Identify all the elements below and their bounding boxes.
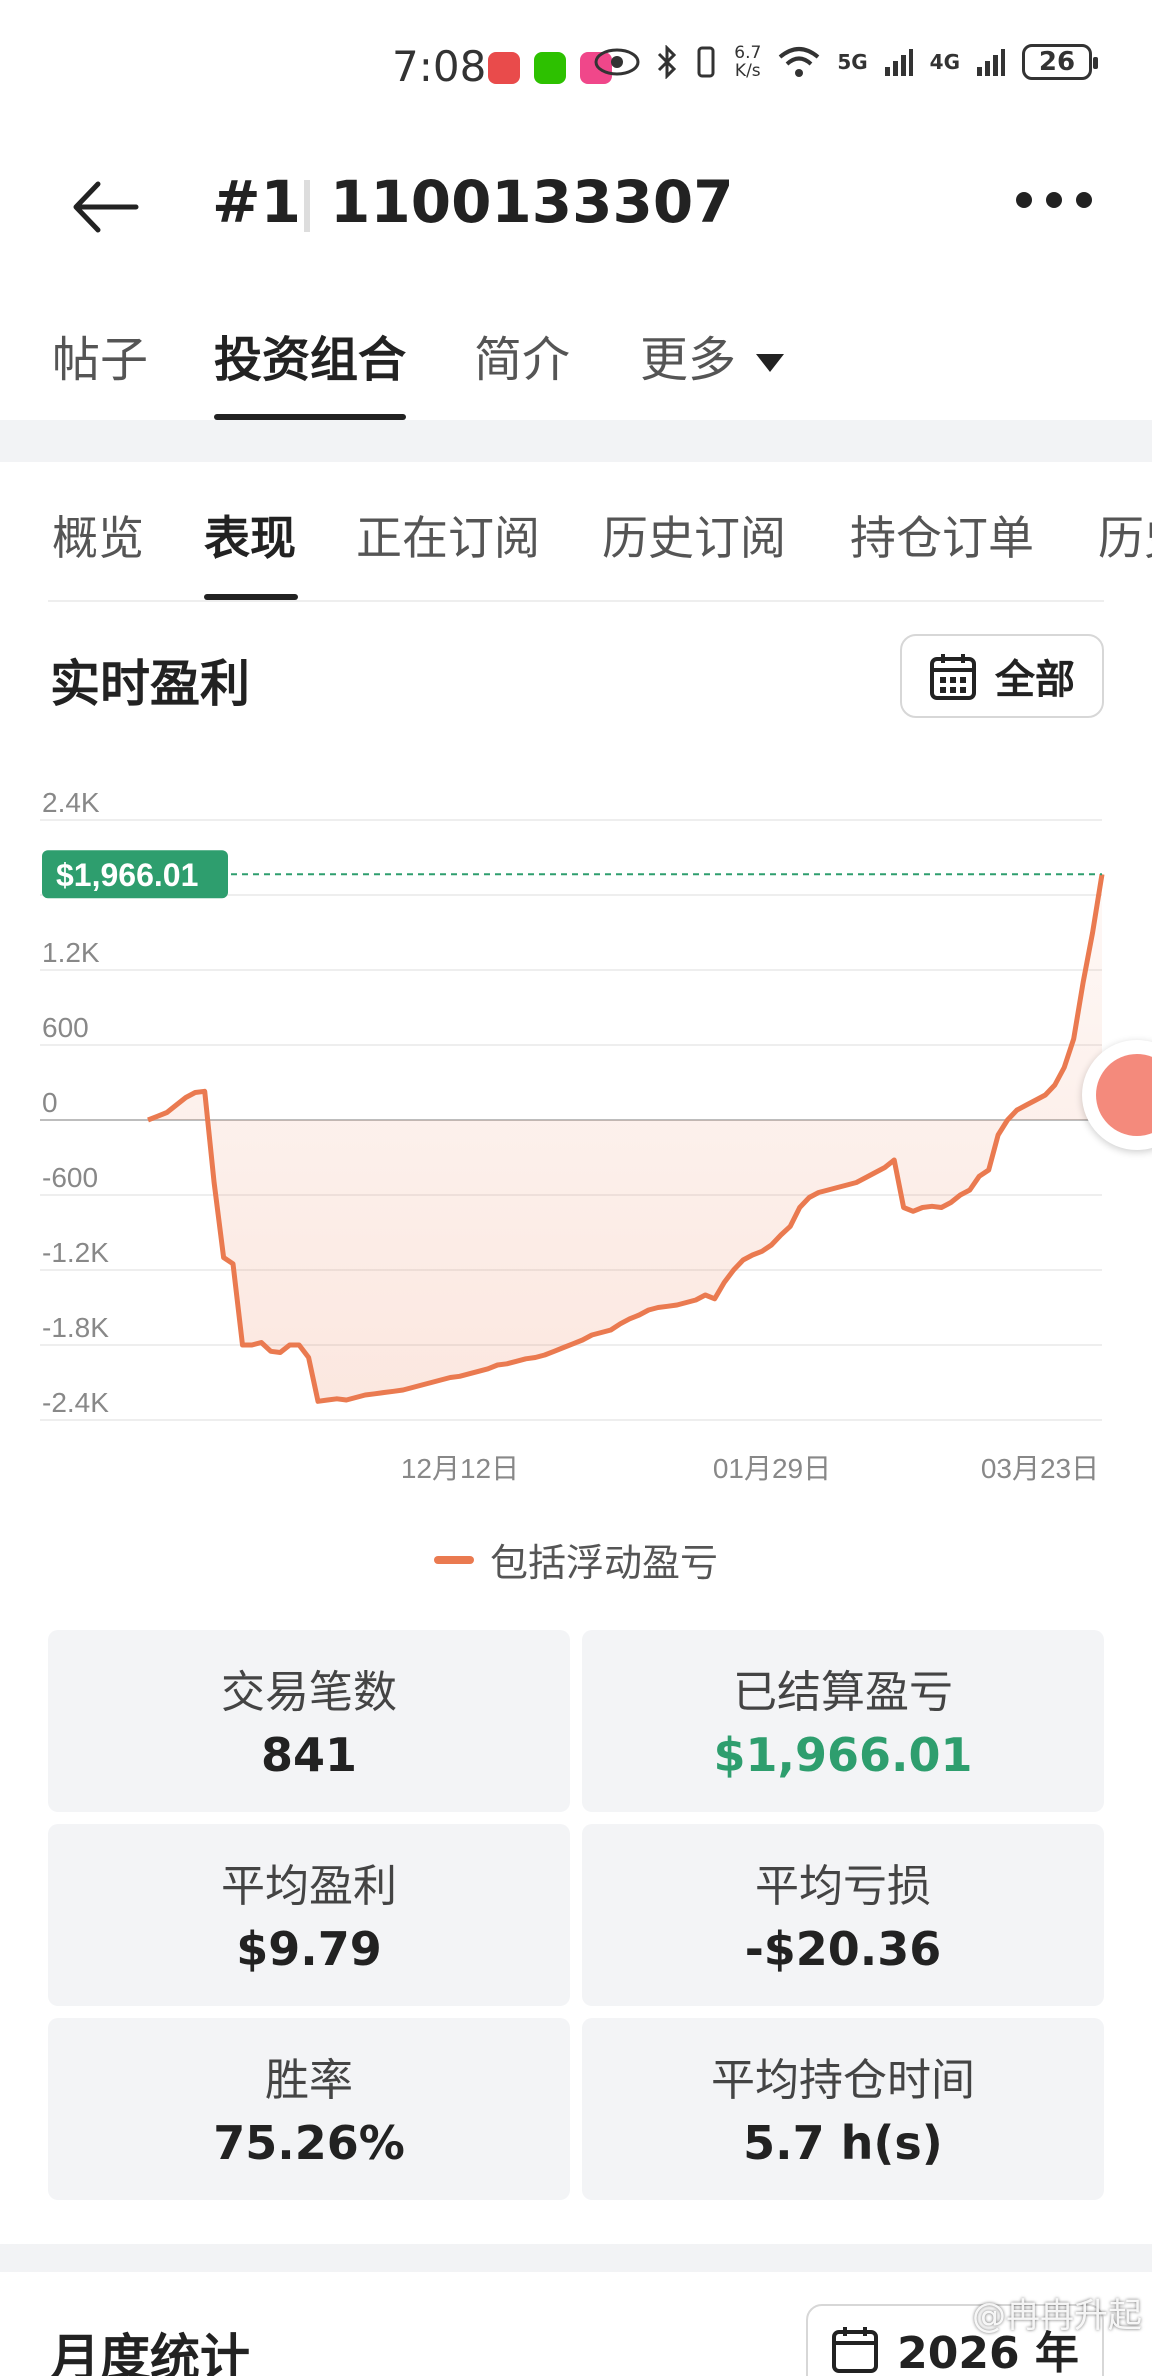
stat-avg-hold-time: 平均持仓时间 5.7 h(s) bbox=[582, 2018, 1104, 2200]
y-tick-label: -1.8K bbox=[42, 1312, 109, 1343]
y-tick-label: -600 bbox=[42, 1162, 98, 1193]
stat-label: 平均盈利 bbox=[221, 1861, 397, 1912]
stat-label: 交易笔数 bbox=[221, 1667, 397, 1718]
rank-label: #1 bbox=[212, 168, 301, 236]
chart-legend: 包括浮动盈亏 bbox=[0, 1532, 1152, 1587]
stat-avg-profit: 平均盈利 $9.79 bbox=[48, 1824, 570, 2006]
wifi-icon bbox=[779, 47, 820, 77]
stat-value: 5.7 h(s) bbox=[743, 2116, 943, 2170]
tab-more-label: 更多 bbox=[640, 332, 737, 388]
main-tabs: 帖子 投资组合 简介 更多 bbox=[0, 300, 1152, 420]
stat-value: $1,966.01 bbox=[713, 1728, 973, 1782]
monthly-stats-title: 月度统计 bbox=[50, 2329, 250, 2376]
caret-down-icon bbox=[756, 354, 785, 372]
bluetooth-icon bbox=[658, 45, 677, 79]
section-divider bbox=[0, 2244, 1152, 2272]
watermark: @冉冉升起 bbox=[972, 2296, 1142, 2336]
realtime-profit-title: 实时盈利 bbox=[50, 655, 250, 713]
stat-label: 胜率 bbox=[265, 2055, 353, 2106]
profit-chart: 2.4K1.8K1.2K6000-600-1.2K-1.8K-2.4K 12月1… bbox=[40, 787, 1105, 1484]
stat-win-rate: 胜率 75.26% bbox=[48, 2018, 570, 2200]
signal-type-5g: 5G bbox=[837, 50, 868, 74]
tab-profile[interactable]: 简介 bbox=[474, 320, 570, 390]
stat-value: 75.26% bbox=[213, 2116, 405, 2170]
subtab-history-subscriptions[interactable]: 历史订阅 bbox=[602, 502, 786, 568]
title-divider bbox=[304, 180, 310, 232]
stat-settled-pnl: 已结算盈亏 $1,966.01 bbox=[582, 1630, 1104, 1812]
legend-swatch bbox=[433, 1555, 474, 1564]
signal-icon bbox=[884, 49, 913, 76]
header: #1 1100133307 bbox=[0, 140, 1152, 270]
section-divider bbox=[0, 420, 1152, 462]
subtab-history-orders[interactable]: 历史订单 bbox=[1098, 502, 1152, 568]
vibrate-icon bbox=[697, 46, 715, 78]
stat-trade-count: 交易笔数 841 bbox=[48, 1630, 570, 1812]
x-tick-label: 03月23日 bbox=[981, 1453, 1099, 1484]
tab-posts[interactable]: 帖子 bbox=[52, 320, 148, 390]
y-tick-label: 600 bbox=[42, 1012, 89, 1043]
signal-type-4g: 4G bbox=[929, 50, 960, 74]
eye-icon bbox=[594, 48, 640, 76]
current-value-label: $1,966.01 bbox=[56, 857, 198, 893]
x-tick-label: 01月29日 bbox=[713, 1453, 831, 1484]
stat-value: $9.79 bbox=[236, 1922, 382, 1976]
more-options-icon[interactable] bbox=[1016, 192, 1092, 208]
status-bar: 7:08 6.7 K/s 5G 4G 26 bbox=[0, 0, 1152, 140]
status-time: 7:08 bbox=[392, 42, 487, 91]
subtab-overview[interactable]: 概览 bbox=[52, 502, 144, 568]
current-value-marker: $1,966.01 bbox=[42, 850, 228, 899]
range-selector-button[interactable]: 全部 bbox=[900, 634, 1104, 718]
range-label: 全部 bbox=[995, 657, 1075, 703]
divider bbox=[48, 600, 1104, 602]
account-id: 1100133307 bbox=[330, 168, 734, 236]
wechat-icon bbox=[534, 52, 566, 84]
stat-value: -$20.36 bbox=[744, 1922, 942, 1976]
stat-label: 平均亏损 bbox=[755, 1861, 931, 1912]
y-tick-label: -1.2K bbox=[42, 1237, 109, 1268]
stat-value: 841 bbox=[260, 1728, 358, 1782]
stat-label: 平均持仓时间 bbox=[711, 2055, 975, 2106]
battery-icon: 26 bbox=[1022, 44, 1098, 80]
stat-label: 已结算盈亏 bbox=[733, 1667, 953, 1718]
subtab-performance[interactable]: 表现 bbox=[204, 502, 296, 568]
y-tick-label: -2.4K bbox=[42, 1387, 109, 1418]
legend-label: 包括浮动盈亏 bbox=[489, 1541, 718, 1585]
stat-avg-loss: 平均亏损 -$20.36 bbox=[582, 1824, 1104, 2006]
y-tick-label: 0 bbox=[42, 1087, 58, 1118]
sub-tabs: 概览 表现 正在订阅 历史订阅 持仓订单 历史订单 bbox=[0, 462, 1152, 602]
subtab-open-orders[interactable]: 持仓订单 bbox=[850, 502, 1034, 568]
subtab-subscribing[interactable]: 正在订阅 bbox=[356, 502, 540, 568]
tab-portfolio[interactable]: 投资组合 bbox=[214, 320, 406, 390]
back-arrow-icon[interactable] bbox=[66, 172, 146, 242]
tab-more[interactable]: 更多 bbox=[640, 320, 785, 390]
calendar-icon bbox=[832, 2327, 879, 2373]
y-tick-label: 1.2K bbox=[42, 937, 100, 968]
huawei-app-icon bbox=[488, 52, 520, 84]
net-speed: 6.7 K/s bbox=[734, 43, 762, 81]
x-tick-label: 12月12日 bbox=[401, 1453, 519, 1484]
calendar-icon bbox=[930, 654, 976, 700]
status-icons: 6.7 K/s 5G 4G 26 bbox=[594, 43, 1098, 81]
signal-icon bbox=[977, 49, 1005, 76]
y-tick-label: 2.4K bbox=[42, 787, 100, 818]
